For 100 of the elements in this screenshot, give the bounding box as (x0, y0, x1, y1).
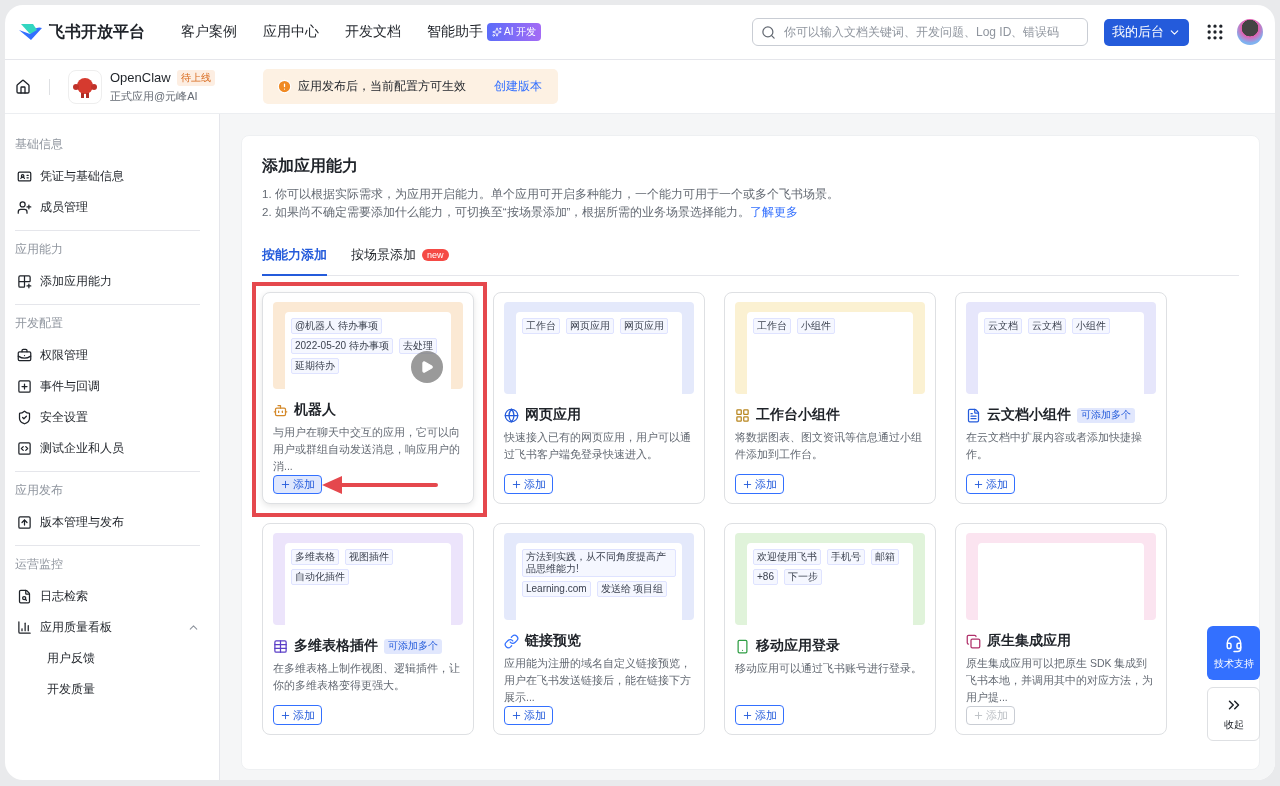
preview-text: +86 (753, 569, 778, 585)
card-title: 移动应用登录 (756, 637, 840, 655)
add-button[interactable]: 添加 (273, 475, 322, 494)
robot-icon (273, 402, 288, 418)
section-title: 运营监控 (15, 556, 64, 573)
sparkle-icon (492, 27, 502, 37)
sidebar-item[interactable]: 版本管理与发布 (40, 514, 124, 531)
plus-icon (742, 709, 753, 721)
plus-icon (280, 479, 291, 491)
card-description: 原生集成应用可以把原生 SDK 集成到飞书本地，并调用其中的对应方法，为用户提... (966, 656, 1154, 706)
card-title: 网页应用 (525, 406, 581, 424)
sidebar-item[interactable]: 成员管理 (40, 199, 88, 216)
add-button[interactable]: 添加 (504, 706, 553, 725)
warning-icon (276, 79, 292, 94)
sidebar-item[interactable]: 凭证与基础信息 (40, 168, 124, 185)
phone-icon (735, 638, 750, 654)
sidebar-item[interactable]: 事件与回调 (40, 378, 100, 395)
home-icon[interactable] (15, 78, 31, 95)
nav-link[interactable]: 应用中心 (263, 23, 319, 41)
grid-plus-icon (17, 274, 32, 289)
add-button[interactable]: 添加 (966, 474, 1015, 494)
preview-text: Learning.com (522, 581, 591, 597)
sidebar-item[interactable]: 权限管理 (40, 347, 88, 364)
preview-text: 自动化插件 (291, 569, 349, 585)
card-description: 移动应用可以通过飞书账号进行登录。 (735, 661, 923, 676)
plus-icon (511, 710, 522, 722)
id-card-icon (17, 169, 32, 184)
briefcase-icon (17, 348, 32, 363)
collapse-button[interactable]: 收起 (1207, 687, 1260, 741)
user-plus-icon (17, 200, 32, 215)
card-title: 多维表格插件 (294, 637, 378, 655)
preview-text: 网页应用 (566, 318, 614, 334)
sidebar-item[interactable]: 应用质量看板 (40, 619, 112, 636)
plus-icon (973, 478, 984, 490)
ai-badge: AI 开发 (487, 23, 542, 41)
sidebar-item[interactable]: 安全设置 (40, 409, 88, 426)
sidebar-item[interactable]: 用户反馈 (47, 650, 95, 667)
app-subtitle: 正式应用@元峰AI (110, 88, 199, 104)
preview-text: 2022-05-20 待办事项 (291, 338, 393, 354)
sidebar-item[interactable]: 测试企业和人员 (40, 440, 124, 457)
sidebar-item[interactable]: 日志检索 (40, 588, 88, 605)
file-search-icon (17, 589, 32, 604)
preview-text: 手机号 (827, 549, 865, 565)
grid-icon (735, 407, 750, 423)
card-description: 在云文档中扩展内容或者添加快捷操作。 (966, 430, 1143, 462)
tab[interactable]: 按能力添加 (262, 238, 327, 276)
code-icon (17, 441, 32, 456)
note-text: 1. 你可以根据实际需求，为应用开启能力。单个应用可开启多种能力，一个能力可用于一个或多个飞书场景。 (262, 187, 840, 202)
preview-text: 下一步 (783, 569, 822, 585)
nav-link[interactable]: 客户案例 (181, 23, 237, 41)
tab[interactable]: 按场景添加 new (351, 238, 449, 276)
plus-icon (511, 478, 522, 490)
plus-icon (280, 709, 291, 721)
preview-text: 邮箱 (871, 549, 899, 565)
preview-text: 网页应用 (620, 318, 668, 334)
learn-more-link[interactable]: 了解更多 (750, 206, 799, 218)
headset-icon (1224, 635, 1243, 653)
multi-badge: 可添加多个 (1077, 407, 1135, 423)
logo-text[interactable]: 飞书开放平台 (49, 21, 145, 43)
card-title: 云文档小组件 (987, 406, 1071, 424)
preview-text: 小组件 (1072, 318, 1110, 334)
sidebar-item[interactable]: 开发质量 (47, 681, 95, 698)
document-icon (966, 407, 981, 423)
add-button[interactable]: 添加 (273, 705, 322, 725)
section-title: 应用发布 (15, 482, 64, 499)
card-description: 与用户在聊天中交互的应用，它可以向用户或群组自动发送消息，响应用户的消... (273, 425, 461, 475)
add-button[interactable]: 添加 (735, 474, 784, 494)
preview-text: @机器人 待办事项 (291, 318, 382, 334)
plus-icon (742, 478, 753, 490)
add-button[interactable]: 添加 (504, 474, 553, 494)
page-title: 添加应用能力 (262, 156, 359, 176)
preview-text: 多维表格 (291, 549, 339, 565)
card-description: 在多维表格上制作视图、逻辑插件，让你的多维表格变得更强大。 (273, 661, 461, 693)
console-button[interactable]: 我的后台 (1104, 18, 1189, 46)
app-name: OpenClaw (110, 70, 171, 85)
card-title: 链接预览 (525, 632, 581, 651)
preview-text: 工作台 (522, 318, 560, 334)
link-icon (504, 633, 519, 649)
preview-text: 视图插件 (345, 549, 393, 565)
preview-text: 延期待办 (291, 358, 339, 374)
card-description: 将数据图表、图文资讯等信息通过小组件添加到工作台。 (735, 430, 923, 462)
square-plus-icon (17, 379, 32, 394)
nav-link[interactable]: 开发文档 (345, 23, 401, 41)
preview-text: 云文档 (984, 318, 1022, 334)
search-field[interactable]: 你可以输入文档关键词、开发问题、Log ID、错误码 (752, 18, 1088, 46)
support-button[interactable]: 技术支持 (1207, 626, 1260, 680)
section-title: 应用能力 (15, 241, 64, 258)
search-icon (761, 24, 776, 40)
create-version-link[interactable]: 创建版本 (493, 78, 542, 95)
table-icon (273, 638, 288, 654)
apps-grid-icon[interactable] (1205, 22, 1225, 42)
upload-icon (17, 515, 32, 530)
section-title: 基础信息 (15, 136, 64, 153)
copy-icon (966, 633, 981, 649)
card-title: 原生集成应用 (987, 632, 1071, 651)
card-description: 快速接入已有的网页应用，用户可以通过飞书客户端免登录快速进入。 (504, 430, 692, 462)
sidebar-item[interactable]: 添加应用能力 (40, 273, 112, 290)
nav-link[interactable]: 智能助手 (427, 23, 483, 41)
user-avatar[interactable] (1237, 19, 1263, 45)
add-button[interactable]: 添加 (735, 705, 784, 725)
